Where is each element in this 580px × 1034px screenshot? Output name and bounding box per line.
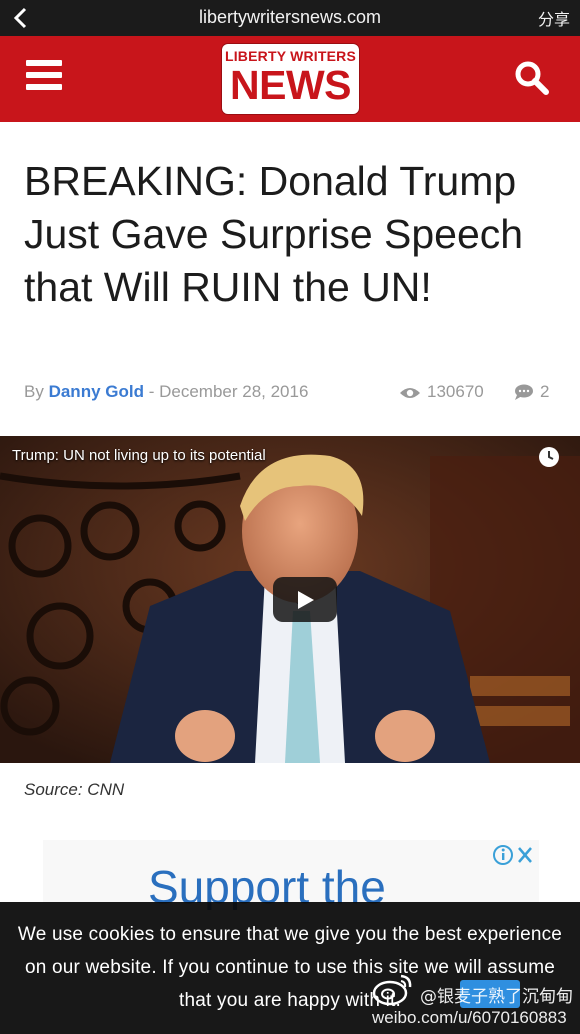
- publish-date: - December 28, 2016: [148, 382, 309, 401]
- share-button[interactable]: 分享: [538, 6, 570, 30]
- site-header: LIBERTY WRITERS NEWS: [0, 36, 580, 122]
- video-player[interactable]: Trump: UN not living up to its potential: [0, 436, 580, 763]
- comment-count-value: 2: [540, 382, 550, 401]
- watermark-handle: @银麦子熟了沉甸甸: [420, 987, 573, 1007]
- adchoices-icon[interactable]: [492, 844, 536, 866]
- by-label: By: [24, 382, 44, 401]
- view-count: 130670: [399, 382, 484, 402]
- comment-count[interactable]: 2: [514, 382, 549, 402]
- logo-line-1: LIBERTY WRITERS: [224, 48, 357, 64]
- view-count-value: 130670: [427, 382, 484, 401]
- comment-icon: [515, 384, 533, 400]
- browser-top-bar: libertywritersnews.com 分享: [0, 0, 580, 36]
- browser-url[interactable]: libertywritersnews.com: [0, 7, 580, 28]
- video-source: Source: CNN: [24, 780, 125, 799]
- ad-banner[interactable]: Support the: [43, 840, 539, 910]
- play-button[interactable]: [273, 577, 337, 622]
- weibo-logo-icon: [372, 974, 412, 1006]
- watermark-url: weibo.com/u/6070160883: [372, 1008, 567, 1027]
- logo-line-2: NEWS: [230, 62, 352, 108]
- hamburger-menu-button[interactable]: [26, 60, 64, 96]
- hamburger-icon: [26, 60, 62, 66]
- eye-icon: [400, 388, 420, 398]
- search-icon[interactable]: [512, 58, 552, 98]
- watermark: @银麦子熟了沉甸甸 weibo.com/u/6070160883: [372, 968, 580, 1034]
- author-link[interactable]: Danny Gold: [49, 382, 144, 401]
- watch-later-icon[interactable]: [538, 446, 560, 468]
- site-logo[interactable]: LIBERTY WRITERS NEWS: [222, 44, 359, 114]
- article-meta: By Danny Gold - December 28, 2016 130670…: [24, 382, 564, 406]
- article-title: BREAKING: Donald Trump Just Gave Surpris…: [24, 158, 524, 310]
- video-title: Trump: UN not living up to its potential: [12, 447, 266, 464]
